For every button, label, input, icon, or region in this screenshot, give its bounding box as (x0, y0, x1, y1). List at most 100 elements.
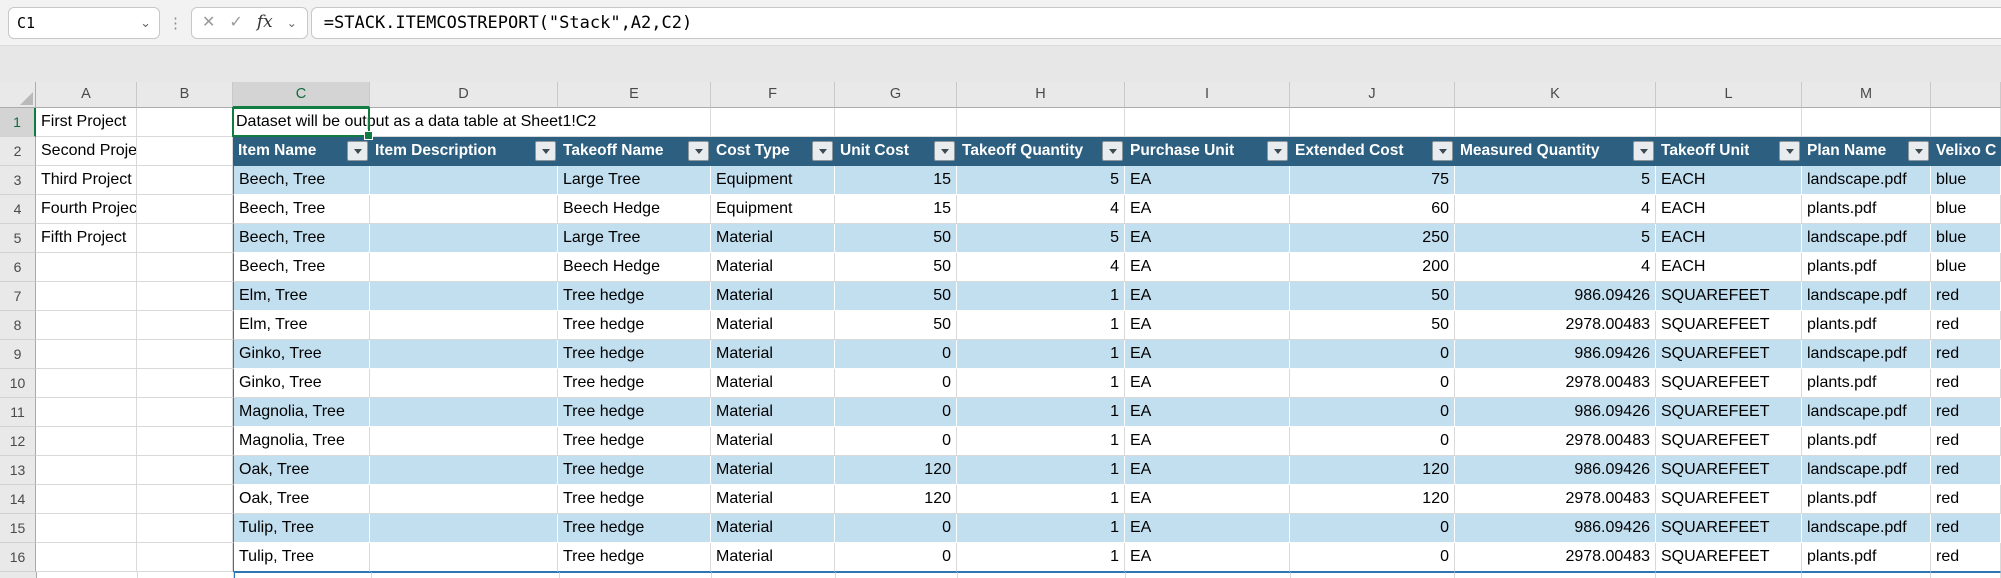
cell-J11[interactable]: 0 (1290, 398, 1455, 427)
cell-N12[interactable]: red (1931, 427, 2001, 456)
cell-B3[interactable] (137, 166, 233, 195)
cell-H4[interactable]: 4 (957, 195, 1125, 224)
cell-N15[interactable]: red (1931, 514, 2001, 543)
cell-H1[interactable] (957, 108, 1125, 137)
cell-B16[interactable] (137, 543, 233, 572)
cell-J13[interactable]: 120 (1290, 456, 1455, 485)
cell-K6[interactable]: 4 (1455, 253, 1656, 282)
cell-A14[interactable] (36, 485, 137, 514)
cell-H9[interactable]: 1 (957, 340, 1125, 369)
row-header-5[interactable]: 5 (0, 224, 36, 253)
cell-M17-partial[interactable] (1802, 572, 1931, 578)
cell-G3[interactable]: 15 (835, 166, 957, 195)
cell-J7[interactable]: 50 (1290, 282, 1455, 311)
cell-B6[interactable] (137, 253, 233, 282)
cell-E8[interactable]: Tree hedge (558, 311, 711, 340)
cell-N13[interactable]: red (1931, 456, 2001, 485)
cell-E3[interactable]: Large Tree (558, 166, 711, 195)
cell-D10[interactable] (370, 369, 558, 398)
cell-N1[interactable] (1931, 108, 2001, 137)
cell-H16[interactable]: 1 (957, 543, 1125, 572)
cell-J17-partial[interactable] (1291, 572, 1456, 578)
cell-K1[interactable] (1455, 108, 1656, 137)
cell-M3[interactable]: landscape.pdf (1802, 166, 1931, 195)
table-header-takeoff-unit[interactable]: Takeoff Unit (1656, 137, 1802, 166)
cell-J16[interactable]: 0 (1290, 543, 1455, 572)
table-header-takeoff-name[interactable]: Takeoff Name (558, 137, 711, 166)
cell-M6[interactable]: plants.pdf (1802, 253, 1931, 282)
cell-A11[interactable] (36, 398, 137, 427)
cell-B13[interactable] (137, 456, 233, 485)
cell-D15[interactable] (370, 514, 558, 543)
cell-F16[interactable]: Material (711, 543, 835, 572)
cell-L9[interactable]: SQUAREFEET (1656, 340, 1802, 369)
cell-A1[interactable]: First Project (36, 108, 137, 137)
table-header-velixo-c[interactable]: Velixo C (1931, 137, 2001, 166)
cell-I13[interactable]: EA (1125, 456, 1290, 485)
column-header-G[interactable]: G (835, 82, 957, 108)
cell-B14[interactable] (137, 485, 233, 514)
cell-F14[interactable]: Material (711, 485, 835, 514)
cell-F7[interactable]: Material (711, 282, 835, 311)
cell-I5[interactable]: EA (1125, 224, 1290, 253)
cell-C14[interactable]: Oak, Tree (233, 485, 370, 514)
cell-C4[interactable]: Beech, Tree (233, 195, 370, 224)
cell-E14[interactable]: Tree hedge (558, 485, 711, 514)
cell-H3[interactable]: 5 (957, 166, 1125, 195)
cell-K7[interactable]: 986.09426 (1455, 282, 1656, 311)
cell-L7[interactable]: SQUAREFEET (1656, 282, 1802, 311)
cell-J6[interactable]: 200 (1290, 253, 1455, 282)
cell-F6[interactable]: Material (711, 253, 835, 282)
filter-dropdown-button[interactable] (347, 141, 368, 161)
insert-function-icon[interactable]: fx (257, 14, 273, 31)
cell-H7[interactable]: 1 (957, 282, 1125, 311)
cell-L11[interactable]: SQUAREFEET (1656, 398, 1802, 427)
row-header-10[interactable]: 10 (0, 369, 36, 398)
cell-F13[interactable]: Material (711, 456, 835, 485)
cell-N3[interactable]: blue (1931, 166, 2001, 195)
cell-B10[interactable] (137, 369, 233, 398)
cell-A12[interactable] (36, 427, 137, 456)
cell-B4[interactable] (137, 195, 233, 224)
cell-E13[interactable]: Tree hedge (558, 456, 711, 485)
cell-E10[interactable]: Tree hedge (558, 369, 711, 398)
cell-A8[interactable] (36, 311, 137, 340)
cell-I3[interactable]: EA (1125, 166, 1290, 195)
cell-C6[interactable]: Beech, Tree (233, 253, 370, 282)
cell-J15[interactable]: 0 (1290, 514, 1455, 543)
cell-E17-partial[interactable] (560, 572, 713, 578)
cell-L16[interactable]: SQUAREFEET (1656, 543, 1802, 572)
enter-icon[interactable]: ✓ (229, 15, 242, 31)
cell-J5[interactable]: 250 (1290, 224, 1455, 253)
filter-dropdown-button[interactable] (688, 141, 709, 161)
column-header-M[interactable]: M (1802, 82, 1931, 108)
cell-B9[interactable] (137, 340, 233, 369)
cell-I10[interactable]: EA (1125, 369, 1290, 398)
column-header-F[interactable]: F (711, 82, 835, 108)
cell-F12[interactable]: Material (711, 427, 835, 456)
cell-N4[interactable]: blue (1931, 195, 2001, 224)
table-header-item-description[interactable]: Item Description (370, 137, 558, 166)
cell-C3[interactable]: Beech, Tree (233, 166, 370, 195)
cell-K12[interactable]: 2978.00483 (1455, 427, 1656, 456)
cell-B8[interactable] (137, 311, 233, 340)
cell-K3[interactable]: 5 (1455, 166, 1656, 195)
column-header-n[interactable] (1931, 82, 2001, 108)
cell-E4[interactable]: Beech Hedge (558, 195, 711, 224)
cell-G4[interactable]: 15 (835, 195, 957, 224)
cell-A4[interactable]: Fourth Project (36, 195, 137, 224)
cell-F8[interactable]: Material (711, 311, 835, 340)
column-header-J[interactable]: J (1290, 82, 1455, 108)
cell-D4[interactable] (370, 195, 558, 224)
cell-N6[interactable]: blue (1931, 253, 2001, 282)
cell-K4[interactable]: 4 (1455, 195, 1656, 224)
cell-D14[interactable] (370, 485, 558, 514)
cell-D11[interactable] (370, 398, 558, 427)
cell-N17-partial[interactable] (1931, 572, 2001, 578)
row-header-6[interactable]: 6 (0, 253, 36, 282)
cell-K16[interactable]: 2978.00483 (1455, 543, 1656, 572)
column-header-A[interactable]: A (36, 82, 137, 108)
cell-C16[interactable]: Tulip, Tree (233, 543, 370, 572)
cell-F4[interactable]: Equipment (711, 195, 835, 224)
cell-L12[interactable]: SQUAREFEET (1656, 427, 1802, 456)
